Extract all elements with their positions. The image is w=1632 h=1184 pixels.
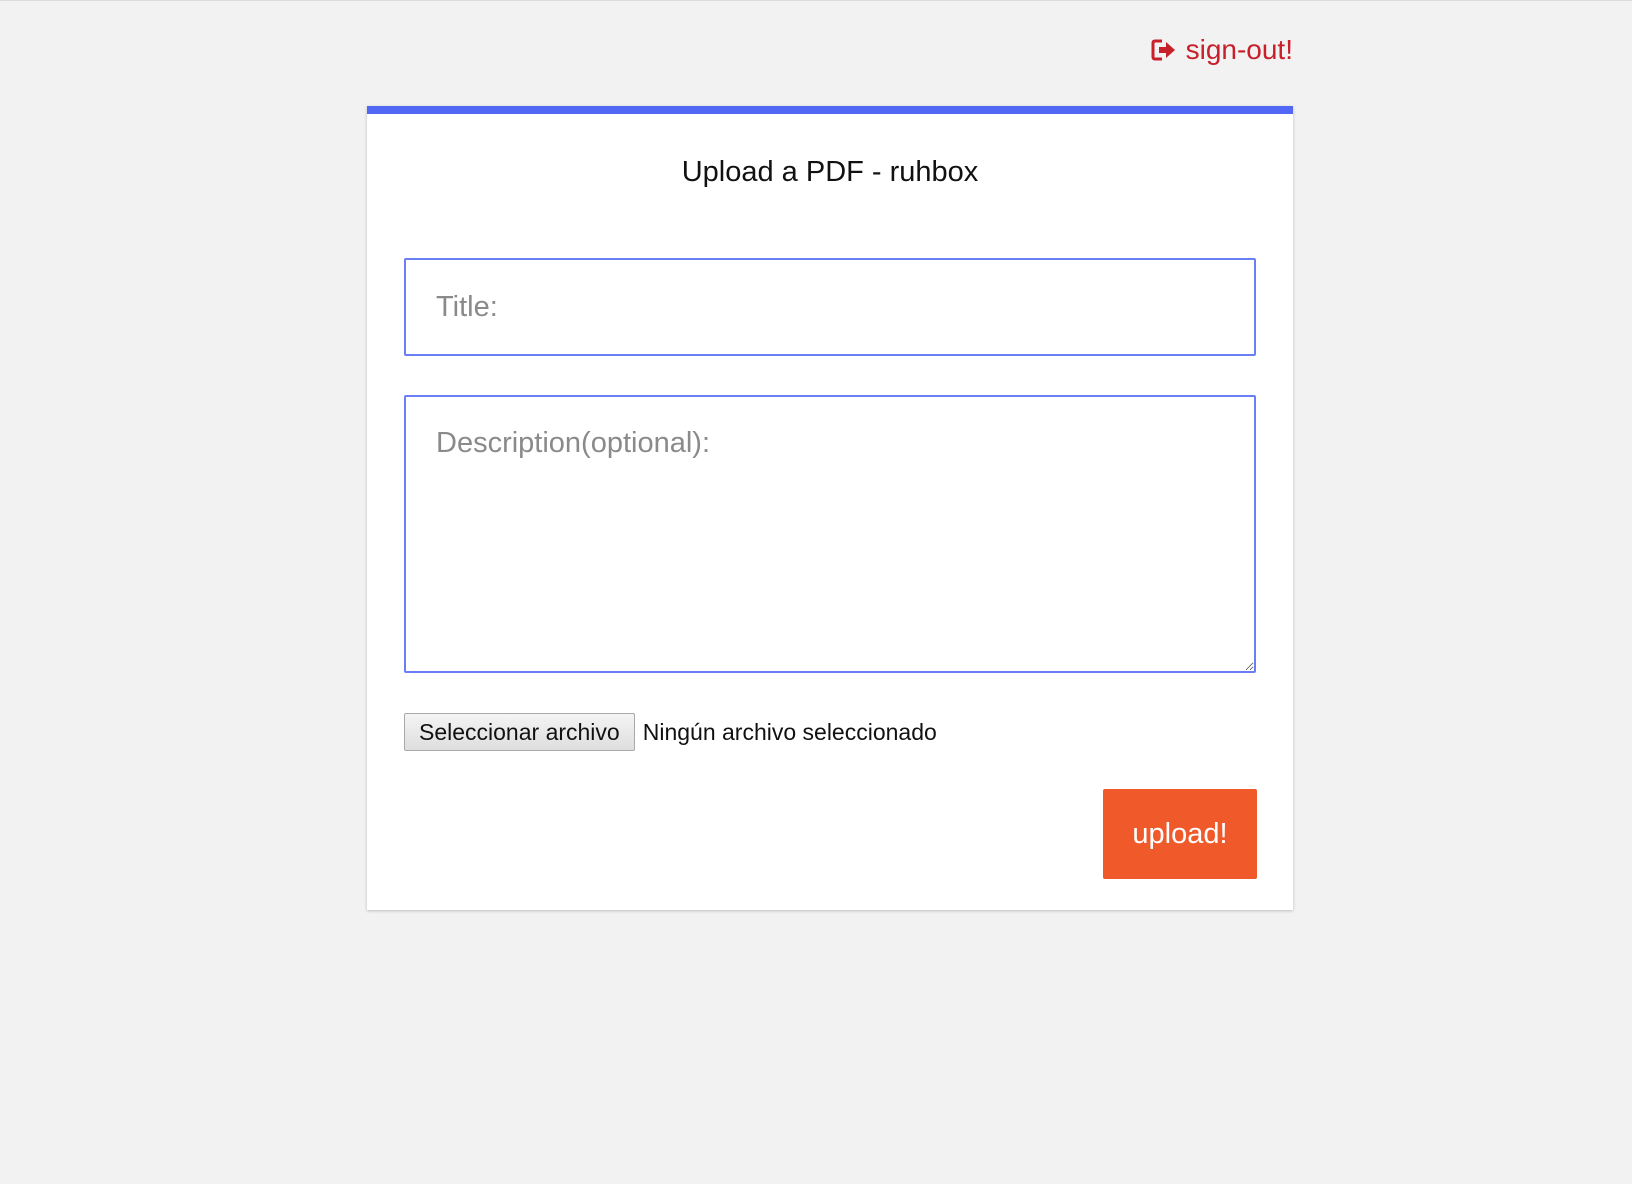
title-input[interactable] xyxy=(404,258,1256,356)
sign-out-label: sign-out! xyxy=(1185,34,1293,65)
upload-card: Upload a PDF - ruhbox Seleccionar archiv… xyxy=(367,106,1293,910)
upload-button[interactable]: upload! xyxy=(1103,789,1257,879)
choose-file-button[interactable]: Seleccionar archivo xyxy=(404,713,635,751)
file-status-text: Ningún archivo seleccionado xyxy=(642,718,937,745)
description-textarea[interactable] xyxy=(404,395,1256,673)
page-title: Upload a PDF - ruhbox xyxy=(681,156,979,188)
window-top-border xyxy=(0,0,1632,1)
sign-out-icon xyxy=(1151,39,1177,61)
sign-out-link[interactable]: sign-out! xyxy=(1151,34,1293,66)
file-picker: Seleccionar archivo Ningún archivo selec… xyxy=(404,713,937,751)
